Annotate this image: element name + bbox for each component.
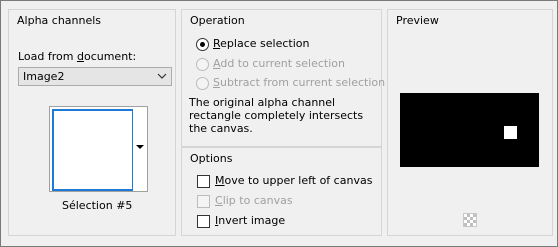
- selection-thumbnail[interactable]: [49, 106, 135, 192]
- clip-to-canvas-label[interactable]: Clip to canvas: [215, 194, 293, 207]
- preview-title: Preview: [396, 14, 439, 27]
- selection-name-label: Sélection #5: [62, 199, 133, 212]
- options-title: Options: [190, 152, 233, 165]
- invert-image-checkbox[interactable]: [197, 215, 210, 228]
- operation-group: Operation Replace selection Add to curre…: [181, 9, 385, 147]
- chevron-down-icon: [157, 73, 167, 79]
- move-to-upper-left-label[interactable]: Move to upper left of canvas: [215, 174, 372, 187]
- dialog-frame: Alpha channels Load from document: Image…: [0, 0, 558, 247]
- add-to-selection-label[interactable]: Add to current selection: [213, 57, 345, 70]
- replace-selection-radio[interactable]: [196, 38, 209, 51]
- dropdown-arrow-icon: [136, 145, 144, 149]
- selection-thumbnail-highlight: [52, 109, 134, 191]
- preview-group: Preview: [387, 9, 553, 236]
- subtract-selection-radio[interactable]: [196, 77, 209, 90]
- clip-to-canvas-checkbox[interactable]: [197, 195, 210, 208]
- options-group: Options Move to upper left of canvas Cli…: [181, 147, 382, 236]
- preview-canvas: [400, 93, 539, 167]
- operation-description: The original alpha channel rectangle com…: [189, 96, 364, 135]
- alpha-channels-title: Alpha channels: [17, 14, 102, 27]
- move-to-upper-left-checkbox[interactable]: [197, 175, 210, 188]
- operation-title: Operation: [190, 14, 245, 27]
- selection-dropdown-button[interactable]: [133, 106, 148, 192]
- document-select[interactable]: Image2: [18, 67, 172, 86]
- alpha-channels-group: Alpha channels Load from document: Image…: [8, 9, 176, 236]
- transparency-toggle-icon[interactable]: [463, 213, 477, 227]
- replace-selection-label[interactable]: Replace selection: [213, 37, 309, 50]
- preview-selection-mark: [504, 126, 517, 139]
- invert-image-label[interactable]: Invert image: [215, 214, 285, 227]
- load-from-document-label: Load from document:: [18, 50, 137, 63]
- subtract-selection-label[interactable]: Subtract from current selection: [213, 76, 385, 89]
- document-select-value: Image2: [23, 70, 65, 83]
- add-to-selection-radio[interactable]: [196, 58, 209, 71]
